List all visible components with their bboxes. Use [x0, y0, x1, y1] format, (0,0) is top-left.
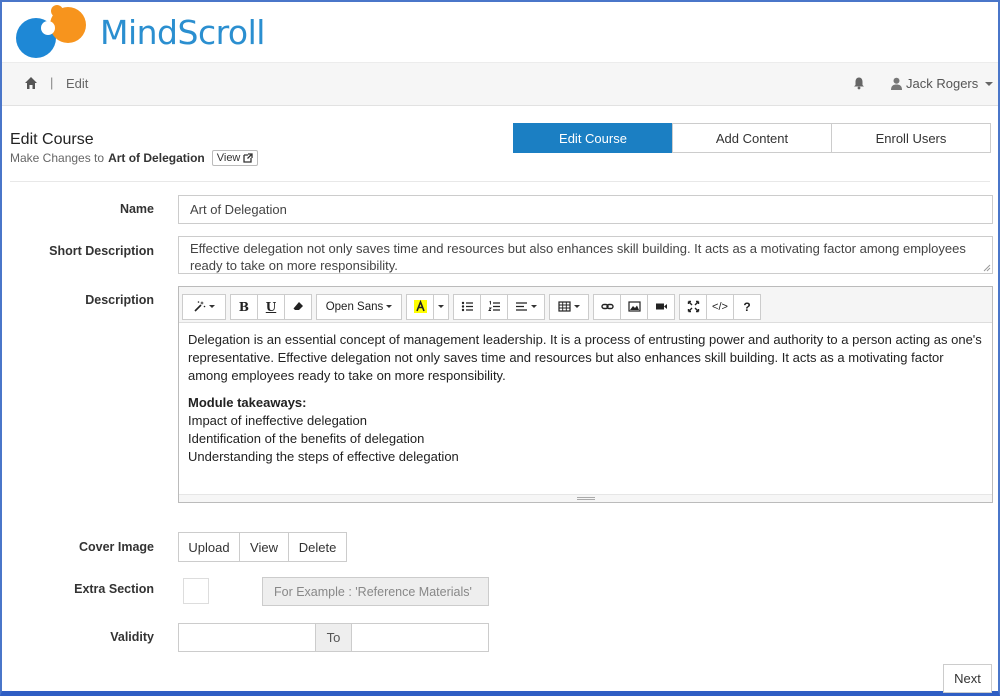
app-logo[interactable]: MindScroll	[12, 4, 265, 60]
code-view-button[interactable]: </>	[706, 293, 734, 320]
video-icon	[655, 303, 667, 310]
user-menu[interactable]: Jack Rogers	[890, 76, 994, 91]
short-description-text: Effective delegation not only saves time…	[190, 241, 966, 273]
external-link-icon	[243, 153, 254, 163]
validity-to-addon: To	[315, 623, 352, 652]
page-title: Edit Course	[10, 131, 94, 148]
tab-add-content[interactable]: Add Content	[672, 123, 832, 153]
eraser-icon	[293, 302, 303, 310]
chevron-down-icon	[531, 305, 537, 308]
page-subtitle: Make Changes to Art of Delegation View	[10, 150, 259, 166]
resize-handle-icon[interactable]	[983, 264, 991, 272]
takeaways-title: Module takeaways:	[188, 395, 307, 410]
validity-from-input[interactable]	[178, 623, 316, 652]
takeaway-item: Understanding the steps of effective del…	[188, 449, 459, 464]
breadcrumb-current: Edit	[66, 76, 89, 91]
bell-icon[interactable]	[852, 76, 866, 90]
font-family-value: Open Sans	[325, 300, 384, 313]
insert-picture-button[interactable]	[620, 293, 648, 320]
extra-section-label: Extra Section	[74, 582, 154, 596]
view-course-label: View	[216, 152, 241, 164]
description-editor: B U Open Sans </> ? Delegation is an ess…	[178, 286, 993, 503]
user-icon	[891, 77, 902, 90]
course-tabs: Edit Course Add Content Enroll Users	[513, 123, 991, 153]
subtitle-prefix: Make Changes to	[10, 151, 105, 165]
upload-button[interactable]: Upload	[178, 532, 240, 562]
bullet-list-icon	[461, 301, 473, 312]
align-left-icon	[516, 302, 527, 311]
chevron-down-icon	[574, 305, 580, 308]
extra-section-input[interactable]: For Example : 'Reference Materials'	[262, 577, 489, 606]
unordered-list-button[interactable]	[453, 293, 481, 320]
magic-style-button[interactable]	[182, 293, 226, 320]
short-description-textarea[interactable]: Effective delegation not only saves time…	[178, 236, 993, 274]
fullscreen-button[interactable]	[679, 293, 707, 320]
app-name: MindScroll	[100, 12, 265, 52]
takeaway-item: Identification of the benefits of delega…	[188, 431, 425, 446]
editor-toolbar: B U Open Sans </> ?	[179, 287, 992, 323]
chevron-down-icon	[438, 305, 444, 308]
top-navbar: | Edit Jack Rogers	[2, 62, 998, 106]
next-button[interactable]: Next	[943, 664, 992, 693]
bold-button[interactable]: B	[230, 293, 258, 320]
divider	[10, 181, 990, 182]
short-description-label: Short Description	[49, 244, 154, 258]
view-image-button[interactable]: View	[239, 532, 289, 562]
chevron-down-icon	[386, 305, 393, 308]
description-paragraph: Delegation is an essential concept of ma…	[188, 332, 982, 383]
editor-content[interactable]: Delegation is an essential concept of ma…	[179, 323, 992, 474]
extra-section-checkbox[interactable]	[183, 578, 209, 604]
grip-icon	[576, 497, 595, 500]
underline-button[interactable]: U	[257, 293, 285, 320]
chevron-down-icon	[209, 305, 215, 308]
tab-edit-course[interactable]: Edit Course	[513, 123, 673, 153]
magic-wand-icon	[194, 301, 206, 312]
picture-icon	[627, 301, 641, 312]
tab-enroll-users[interactable]: Enroll Users	[831, 123, 991, 153]
insert-video-button[interactable]	[647, 293, 675, 320]
table-icon	[558, 301, 571, 312]
validity-to-input[interactable]	[351, 623, 489, 652]
course-name: Art of Delegation	[108, 151, 205, 165]
home-icon[interactable]	[24, 76, 38, 90]
editor-resize-handle[interactable]	[179, 494, 992, 502]
logo-icon	[16, 5, 86, 58]
fullscreen-icon	[687, 300, 699, 313]
delete-image-button[interactable]: Delete	[288, 532, 347, 562]
description-label: Description	[85, 293, 154, 307]
user-name: Jack Rogers	[906, 76, 979, 91]
text-color-button[interactable]	[406, 293, 434, 320]
validity-label: Validity	[110, 630, 154, 644]
paragraph-align-button[interactable]	[507, 293, 545, 320]
takeaway-item: Impact of ineffective delegation	[188, 413, 367, 428]
insert-link-button[interactable]	[593, 293, 621, 320]
cover-image-actions: Upload View Delete	[178, 532, 347, 562]
ordered-list-button[interactable]	[480, 293, 508, 320]
font-family-select[interactable]: Open Sans	[316, 293, 402, 320]
numbered-list-icon	[487, 300, 500, 311]
name-label: Name	[119, 202, 154, 216]
font-color-icon	[413, 300, 427, 313]
breadcrumb-separator: |	[50, 75, 54, 90]
cover-image-label: Cover Image	[78, 540, 154, 554]
chevron-down-icon	[985, 81, 994, 86]
help-button[interactable]: ?	[733, 293, 761, 320]
name-input[interactable]: Art of Delegation	[178, 195, 993, 224]
view-course-button[interactable]: View	[211, 150, 259, 166]
clear-format-button[interactable]	[284, 293, 312, 320]
link-icon	[600, 303, 614, 310]
table-button[interactable]	[549, 293, 589, 320]
text-color-dropdown[interactable]	[433, 293, 449, 320]
